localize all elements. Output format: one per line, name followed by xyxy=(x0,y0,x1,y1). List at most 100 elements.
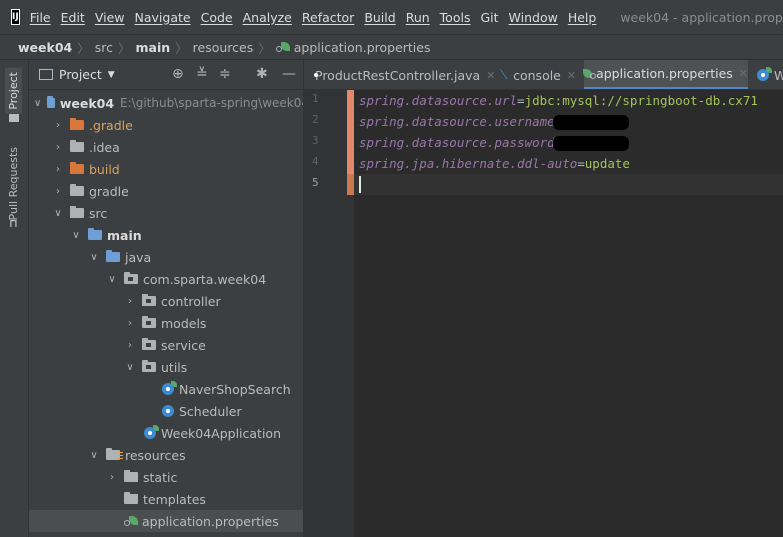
tree-label: templates xyxy=(143,491,206,507)
tree-item-resources[interactable]: ∨ resources xyxy=(29,444,303,466)
close-icon[interactable]: ✕ xyxy=(567,69,576,82)
package-icon xyxy=(142,338,156,350)
code-editor[interactable]: 1 2 3 4 5 spring.datasource.url=jdbc:mys… xyxy=(304,90,783,537)
chevron-right-icon[interactable]: › xyxy=(52,120,64,131)
excluded-folder-icon xyxy=(70,118,84,130)
chevron-right-icon[interactable]: › xyxy=(124,318,136,329)
tab-console[interactable]: ⟍ console ✕ xyxy=(493,60,581,89)
sidebar-tab-project[interactable]: Project xyxy=(5,68,22,114)
chevron-right-icon[interactable]: › xyxy=(124,296,136,307)
menu-refactor[interactable]: Refactor xyxy=(302,10,354,25)
property-equals: = xyxy=(517,93,525,108)
close-icon[interactable]: ✕ xyxy=(739,67,748,80)
spring-properties-icon xyxy=(124,516,138,526)
folder-icon xyxy=(70,184,84,196)
breadcrumb-application-properties[interactable]: application.properties xyxy=(294,40,431,55)
tree-label: main xyxy=(107,227,142,243)
tree-item-week04[interactable]: ∨ week04 E:\github\sparta-spring\week04 xyxy=(29,92,304,114)
chevron-down-icon[interactable]: ∨ xyxy=(124,362,136,373)
tree-item-utils[interactable]: ∨ utils xyxy=(29,356,303,378)
menu-navigate[interactable]: Navigate xyxy=(135,10,191,25)
sidebar-tab-pull-requests[interactable]: Pull Requests xyxy=(7,147,20,220)
tree-item-java[interactable]: ∨ java xyxy=(29,246,303,268)
breadcrumb-src[interactable]: src xyxy=(95,40,113,55)
tree-label: Scheduler xyxy=(179,403,242,419)
breadcrumb: week04 〉 src 〉 main 〉 resources 〉 applic… xyxy=(0,34,783,60)
package-icon xyxy=(142,316,156,328)
project-window-icon xyxy=(39,69,53,80)
console-icon: ⟍ xyxy=(497,67,510,83)
tree-item-src[interactable]: ∨ src xyxy=(29,202,303,224)
tree-item-navershopsearch[interactable]: NaverShopSearch xyxy=(29,378,303,400)
tree-path: E:\github\sparta-spring\week04 xyxy=(120,96,304,110)
tree-item-controller[interactable]: › controller xyxy=(29,290,303,312)
property-value: update xyxy=(584,156,630,171)
chevron-down-icon[interactable]: ▼ xyxy=(108,70,115,80)
chevron-down-icon[interactable]: ∨ xyxy=(70,230,82,241)
breadcrumb-main[interactable]: main xyxy=(136,40,171,55)
spring-boot-class-icon xyxy=(757,67,772,81)
tree-item-scheduler[interactable]: Scheduler xyxy=(29,400,303,422)
tree-item-application-properties[interactable]: application.properties xyxy=(29,510,303,532)
chevron-down-icon[interactable]: ∨ xyxy=(52,208,64,219)
tree-item-models[interactable]: › models xyxy=(29,312,303,334)
tab-productrestcontroller[interactable]: ProductRestController.java ✕ xyxy=(304,60,495,89)
tree-item-main[interactable]: ∨ main xyxy=(29,224,303,246)
collapse-all-icon[interactable]: ≑ xyxy=(219,66,231,82)
line-number: 3 xyxy=(312,134,319,147)
tree-item-templates[interactable]: templates xyxy=(29,488,303,510)
excluded-folder-icon xyxy=(70,162,84,174)
menu-analyze[interactable]: Analyze xyxy=(243,10,292,25)
redaction-block xyxy=(552,115,629,130)
breadcrumb-resources[interactable]: resources xyxy=(193,40,254,55)
menu-tools[interactable]: Tools xyxy=(440,10,471,25)
chevron-right-icon[interactable]: › xyxy=(124,340,136,351)
breadcrumb-separator-icon: 〉 xyxy=(175,40,188,56)
menu-help[interactable]: Help xyxy=(568,10,597,25)
menu-edit[interactable]: Edit xyxy=(61,10,85,25)
chevron-right-icon[interactable]: › xyxy=(52,142,64,153)
tree-label: service xyxy=(161,337,206,353)
hide-panel-icon[interactable]: — xyxy=(282,66,296,82)
menu-window[interactable]: Window xyxy=(509,10,558,25)
chevron-down-icon[interactable]: ∨ xyxy=(88,252,100,263)
redaction-block xyxy=(552,136,629,151)
folder-icon xyxy=(70,140,84,152)
chevron-right-icon[interactable]: › xyxy=(52,164,64,175)
expand-all-icon[interactable]: ≚ xyxy=(196,66,208,82)
tree-item-gradle[interactable]: › gradle xyxy=(29,180,303,202)
tree-item-week04application[interactable]: Week04Application xyxy=(29,422,303,444)
spring-properties-icon xyxy=(582,68,597,79)
chevron-right-icon[interactable]: › xyxy=(106,472,118,483)
chevron-down-icon[interactable]: ∨ xyxy=(34,98,41,109)
project-view-selector[interactable]: Project xyxy=(59,67,102,82)
menu-git[interactable]: Git xyxy=(480,10,498,25)
chevron-down-icon[interactable]: ∨ xyxy=(106,274,118,285)
breadcrumb-separator-icon: 〉 xyxy=(258,40,271,56)
menu-view[interactable]: View xyxy=(95,10,125,25)
breadcrumb-week04[interactable]: week04 xyxy=(18,40,72,55)
menu-build[interactable]: Build xyxy=(364,10,395,25)
tree-label: NaverShopSearch xyxy=(179,381,291,397)
menu-code[interactable]: Code xyxy=(201,10,233,25)
gear-icon[interactable]: ✱ xyxy=(256,66,268,82)
folder-icon xyxy=(124,492,138,504)
tab-week04application[interactable]: W xyxy=(751,60,783,89)
code-line: spring.datasource.url=jdbc:mysql://sprin… xyxy=(359,90,758,111)
locate-file-icon[interactable]: ⊕ xyxy=(172,66,184,82)
chevron-right-icon[interactable]: › xyxy=(52,186,64,197)
chevron-down-icon[interactable]: ∨ xyxy=(88,450,100,461)
pull-request-icon: ⊓ xyxy=(9,217,18,230)
property-key: spring.datasource.username xyxy=(359,114,555,129)
tree-item-static[interactable]: › static xyxy=(29,466,303,488)
tree-item-gradle-hidden[interactable]: › .gradle xyxy=(29,114,303,136)
tab-application-properties[interactable]: application.properties ✕ xyxy=(582,60,748,89)
tree-item-service[interactable]: › service xyxy=(29,334,303,356)
menu-file[interactable]: File xyxy=(30,10,51,25)
tab-label: application.properties xyxy=(596,66,733,81)
tree-item-idea[interactable]: › .idea xyxy=(29,136,303,158)
tree-item-build[interactable]: › build xyxy=(29,158,303,180)
tree-item-package-week04[interactable]: ∨ com.sparta.week04 xyxy=(29,268,303,290)
menu-run[interactable]: Run xyxy=(406,10,430,25)
tree-label: src xyxy=(89,205,108,221)
